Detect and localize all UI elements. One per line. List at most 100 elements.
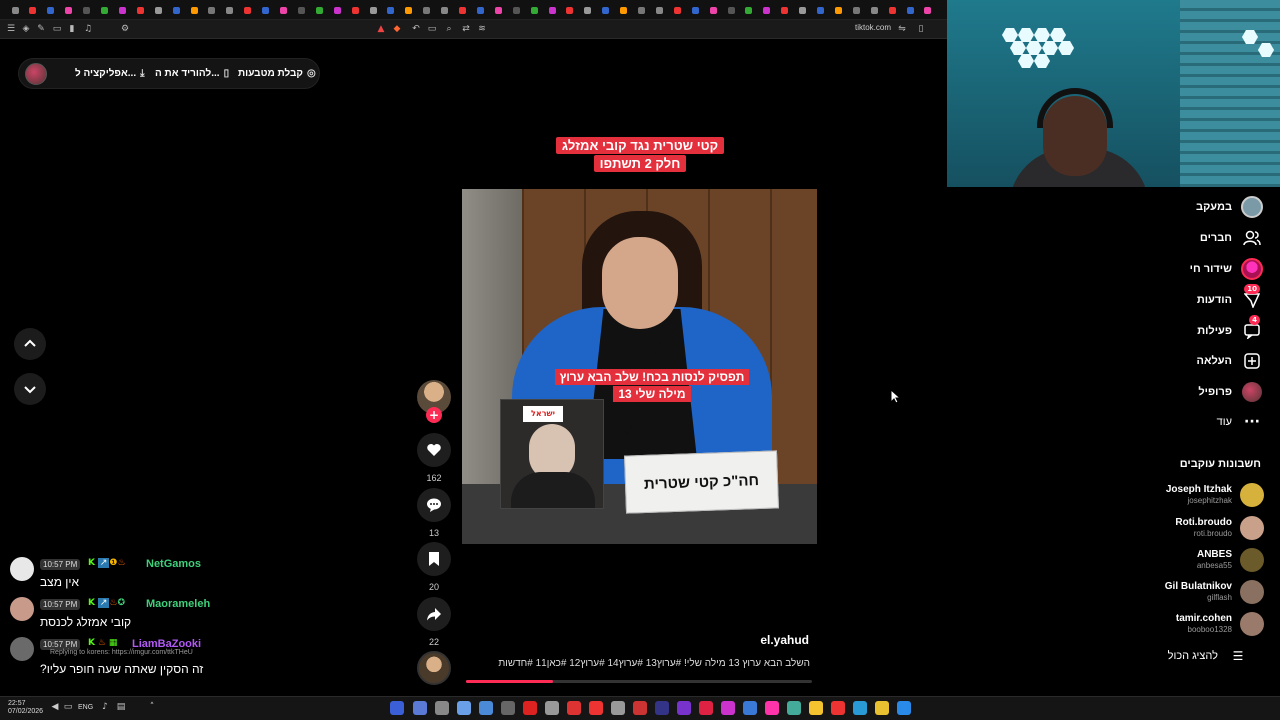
taskbar-app-icon[interactable] <box>831 701 845 715</box>
address-bar[interactable]: tiktok.com <box>843 23 891 32</box>
browser-tab[interactable] <box>78 2 96 18</box>
bookmark-icon[interactable]: ▯ <box>915 23 927 35</box>
browser-tab[interactable] <box>346 2 364 18</box>
taskbar-app-icon[interactable] <box>677 701 691 715</box>
browser-tab[interactable] <box>257 2 275 18</box>
browser-tab[interactable] <box>364 2 382 18</box>
browser-tab[interactable] <box>471 2 489 18</box>
chat-username[interactable]: NetGamos <box>146 558 201 570</box>
browser-tab[interactable] <box>704 2 722 18</box>
browser-tab[interactable] <box>131 2 149 18</box>
browser-tab[interactable] <box>400 2 418 18</box>
taskbar-app-icon[interactable] <box>743 701 757 715</box>
share-button[interactable] <box>417 597 451 631</box>
browser-tab[interactable] <box>579 2 597 18</box>
taskbar-app-icon[interactable] <box>853 701 867 715</box>
sidebar-icon[interactable]: ▮ <box>66 23 78 35</box>
browser-tab[interactable] <box>650 2 668 18</box>
taskbar-app-icon[interactable] <box>633 701 647 715</box>
sidebar-item-upload[interactable]: העלאה <box>1197 349 1264 373</box>
taskbar-app-icon[interactable] <box>479 701 493 715</box>
browser-tab[interactable] <box>668 2 686 18</box>
sidebar-item-messages[interactable]: הודעות 10 <box>1197 284 1264 312</box>
taskbar-app-icon[interactable] <box>699 701 713 715</box>
browser-tab[interactable] <box>812 2 830 18</box>
video-progress-bar[interactable] <box>466 680 812 683</box>
brave-shield-icon[interactable]: ◆ <box>391 23 403 35</box>
following-account[interactable]: Gil Bulatnikov gilflash <box>1165 576 1264 608</box>
browser-tab[interactable] <box>167 2 185 18</box>
download-app-button[interactable]: להוריד את ה... ▯ <box>155 68 229 79</box>
show-hidden-icons[interactable]: ˄ <box>147 702 157 712</box>
taskbar-app-icon[interactable] <box>611 701 625 715</box>
sidebar-item-more[interactable]: עוד ··· <box>1217 410 1264 434</box>
browser-tab[interactable] <box>24 2 42 18</box>
browser-tab[interactable] <box>919 2 937 18</box>
taskbar-app-icon[interactable] <box>501 701 515 715</box>
save-button[interactable] <box>417 542 451 576</box>
get-coins-button[interactable]: קבלת מטבעות ◎ <box>238 68 316 79</box>
browser-tab[interactable] <box>96 2 114 18</box>
browser-tab[interactable] <box>203 2 221 18</box>
show-all-button[interactable]: להציג הכול ☰ <box>1168 644 1250 668</box>
volume-icon[interactable]: ◀ <box>50 702 60 712</box>
browser-tab[interactable] <box>42 2 60 18</box>
browser-tab[interactable] <box>776 2 794 18</box>
music-icon[interactable]: ♫ <box>82 23 94 35</box>
browser-tab[interactable] <box>686 2 704 18</box>
browser-tab[interactable] <box>328 2 346 18</box>
sidebar-item-live[interactable]: שידור חי <box>1190 257 1264 281</box>
warning-icon[interactable]: ▲ <box>375 23 387 35</box>
browser-tab[interactable] <box>722 2 740 18</box>
taskbar-app-icon[interactable] <box>787 701 801 715</box>
taskbar-app-icon[interactable] <box>897 701 911 715</box>
browser-tab[interactable] <box>149 2 167 18</box>
browser-tab[interactable] <box>883 2 901 18</box>
browser-tab[interactable] <box>543 2 561 18</box>
taskbar-app-icon[interactable] <box>655 701 669 715</box>
menu-icon[interactable]: ☰ <box>5 23 17 35</box>
browser-tab[interactable] <box>794 2 812 18</box>
taskbar-app-icon[interactable] <box>765 701 779 715</box>
taskbar-app-icon[interactable] <box>589 701 603 715</box>
sidebar-item-activity[interactable]: פעילות 4 <box>1197 315 1264 343</box>
network-icon[interactable]: ▭ <box>63 702 73 712</box>
browser-tab[interactable] <box>418 2 436 18</box>
mic-icon[interactable]: ♪ <box>100 702 110 712</box>
browser-tab[interactable] <box>310 2 328 18</box>
browser-tab[interactable] <box>758 2 776 18</box>
browser-tab[interactable] <box>6 2 24 18</box>
taskbar-app-icon[interactable] <box>545 701 559 715</box>
follow-plus-button[interactable]: + <box>426 407 442 423</box>
extension-icon[interactable]: ≋ <box>476 23 488 35</box>
browser-tab[interactable] <box>597 2 615 18</box>
taskbar-app-icon[interactable] <box>875 701 889 715</box>
taskbar-clock[interactable]: 22:57 07/02/2026 <box>8 700 43 716</box>
battery-icon[interactable]: ▤ <box>116 702 126 712</box>
browser-tab[interactable] <box>382 2 400 18</box>
browser-tab[interactable] <box>185 2 203 18</box>
brush-icon[interactable]: ✎ <box>35 23 47 35</box>
taskbar-app-icon[interactable] <box>390 701 404 715</box>
search-icon[interactable]: ⌕ <box>443 23 455 35</box>
tabs-icon[interactable]: ▭ <box>51 23 63 35</box>
share-icon[interactable]: ⇋ <box>896 23 908 35</box>
browser-tab[interactable] <box>633 2 651 18</box>
browser-tab[interactable] <box>489 2 507 18</box>
browser-tab[interactable] <box>275 2 293 18</box>
browser-tab[interactable] <box>436 2 454 18</box>
taskbar-app-icon[interactable] <box>809 701 823 715</box>
browser-tab[interactable] <box>740 2 758 18</box>
browser-tab[interactable] <box>615 2 633 18</box>
video-player[interactable]: חה"כ קטי שטרית ישראל תפסיק לנסות בכח! של… <box>462 189 817 544</box>
translate-icon[interactable]: ⇄ <box>460 23 472 35</box>
browser-tab[interactable] <box>865 2 883 18</box>
browser-tab[interactable] <box>292 2 310 18</box>
browser-tab[interactable] <box>454 2 472 18</box>
browser-tab[interactable] <box>113 2 131 18</box>
browser-tab[interactable] <box>847 2 865 18</box>
browser-tab[interactable] <box>901 2 919 18</box>
browser-tab[interactable] <box>507 2 525 18</box>
user-avatar[interactable] <box>25 63 47 85</box>
following-account[interactable]: Roti.broudo roti.broudo <box>1175 512 1264 544</box>
